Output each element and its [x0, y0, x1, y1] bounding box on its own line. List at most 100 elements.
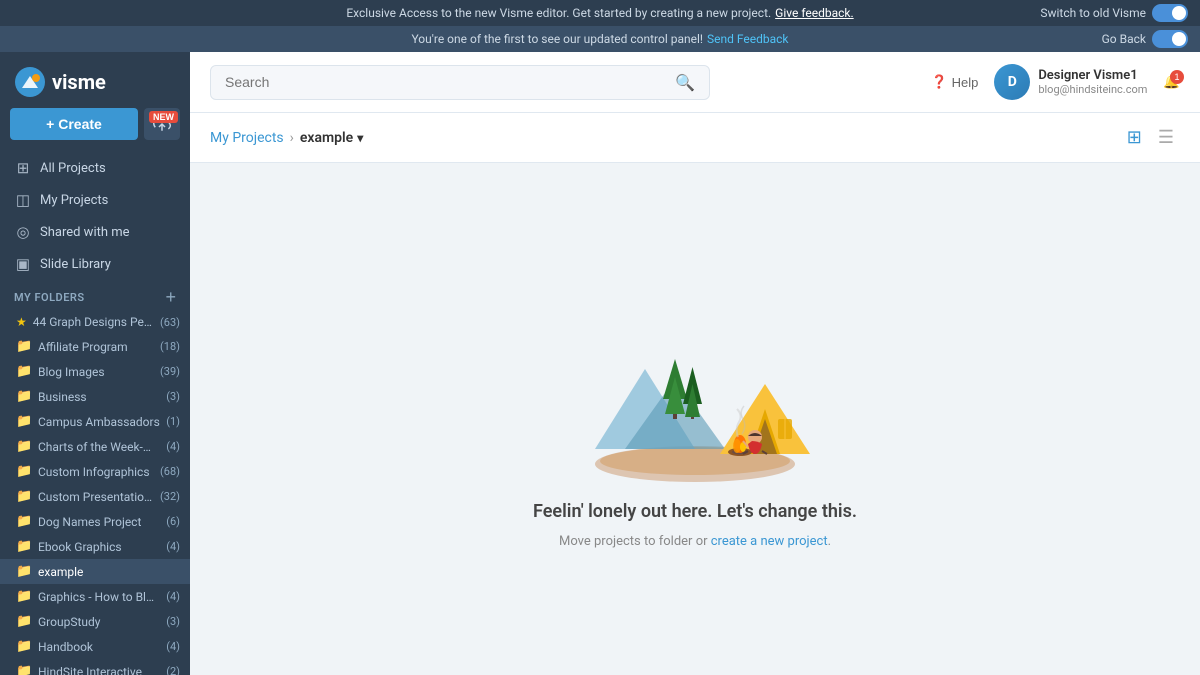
- folder-name: Custom Presentations: [38, 490, 154, 504]
- help-button[interactable]: ❓ Help: [931, 74, 978, 90]
- sidebar-folder-blog-images[interactable]: 📁 Blog Images (39): [0, 359, 190, 384]
- give-feedback-link[interactable]: Give feedback.: [775, 6, 854, 20]
- folders-section-header: My Folders +: [0, 280, 190, 310]
- sidebar-folder-custom-presentations[interactable]: 📁 Custom Presentations (32): [0, 484, 190, 509]
- user-name: Designer Visme1: [1038, 68, 1147, 83]
- folder-icon: 📁: [16, 639, 32, 654]
- sidebar-folder-ebook-graphics[interactable]: 📁 Ebook Graphics (4): [0, 534, 190, 559]
- all-projects-icon: ⊞: [14, 159, 32, 177]
- switch-label: Switch to old Visme: [1040, 6, 1146, 20]
- sidebar-folder-charts[interactable]: 📁 Charts of the Week-Mock... (4): [0, 434, 190, 459]
- folder-name: GroupStudy: [38, 615, 160, 629]
- folder-icon: 📁: [16, 564, 32, 579]
- top-banner: Exclusive Access to the new Visme editor…: [0, 0, 1200, 26]
- sidebar-folder-custom-infographics[interactable]: 📁 Custom Infographics (68): [0, 459, 190, 484]
- view-toggle: ⊞ ☰: [1121, 123, 1180, 152]
- my-projects-icon: ◫: [14, 191, 32, 209]
- secondary-banner-text: You're one of the first to see our updat…: [411, 32, 703, 46]
- sidebar-item-label: All Projects: [40, 161, 106, 176]
- upload-button[interactable]: NEW: [144, 108, 180, 140]
- folder-count: (2): [166, 665, 180, 675]
- sidebar-item-slide-library[interactable]: ▣ Slide Library: [0, 248, 190, 280]
- sidebar-item-label: Slide Library: [40, 257, 111, 272]
- folders-label: My Folders: [14, 291, 85, 304]
- sidebar-item-label: Shared with me: [40, 225, 130, 240]
- sidebar-folder-campus[interactable]: 📁 Campus Ambassadors (1): [0, 409, 190, 434]
- sidebar-folder-handbook[interactable]: 📁 Handbook (4): [0, 634, 190, 659]
- go-back-toggle[interactable]: [1152, 30, 1188, 48]
- create-new-project-link[interactable]: create a new project: [711, 534, 828, 549]
- list-view-button[interactable]: ☰: [1152, 123, 1180, 152]
- folder-icon: 📁: [16, 589, 32, 604]
- empty-subtitle-before: Move projects to folder or: [559, 534, 711, 549]
- search-bar[interactable]: 🔍: [210, 65, 710, 100]
- avatar: D: [994, 64, 1030, 100]
- folder-count: (68): [160, 465, 180, 478]
- send-feedback-link[interactable]: Send Feedback: [707, 32, 789, 46]
- notification-button[interactable]: 🔔 1: [1163, 74, 1180, 90]
- empty-state-illustration: [565, 289, 825, 489]
- folder-name: HindSite Interactive: [38, 665, 160, 675]
- folder-icon: 📁: [16, 464, 32, 479]
- logo-text: visme: [52, 70, 106, 94]
- folder-list: ★ 44 Graph Designs Perfe... (63) 📁 Affil…: [0, 310, 190, 675]
- breadcrumb: My Projects › example ▾: [210, 130, 363, 146]
- sidebar-folder-hindsite[interactable]: 📁 HindSite Interactive (2): [0, 659, 190, 675]
- grid-view-button[interactable]: ⊞: [1121, 123, 1148, 152]
- folder-count: (18): [160, 340, 180, 353]
- sidebar-item-shared-with-me[interactable]: ◎ Shared with me: [0, 216, 190, 248]
- sidebar-folder-graphics-how[interactable]: 📁 Graphics - How to Blog P... (4): [0, 584, 190, 609]
- notification-badge: 1: [1170, 70, 1184, 84]
- folder-icon: 📁: [16, 539, 32, 554]
- folder-icon: 📁: [16, 439, 32, 454]
- help-circle-icon: ❓: [931, 74, 947, 90]
- secondary-banner: You're one of the first to see our updat…: [0, 26, 1200, 52]
- folder-count: (63): [160, 316, 180, 329]
- folder-icon: 📁: [16, 514, 32, 529]
- add-folder-button[interactable]: +: [165, 288, 176, 306]
- header-right: ❓ Help D Designer Visme1 blog@hindsitein…: [931, 64, 1180, 100]
- user-info[interactable]: D Designer Visme1 blog@hindsiteinc.com: [994, 64, 1147, 100]
- folder-name: Dog Names Project: [38, 515, 160, 529]
- folder-name: Business: [38, 390, 160, 404]
- sidebar-item-all-projects[interactable]: ⊞ All Projects: [0, 152, 190, 184]
- folder-icon: 📁: [16, 414, 32, 429]
- main-content: 🔍 ❓ Help D Designer Visme1 blog@hindsite…: [190, 52, 1200, 675]
- visme-logo-icon: [14, 66, 46, 98]
- sidebar-folder-example[interactable]: 📁 example: [0, 559, 190, 584]
- folder-count: (4): [166, 440, 180, 453]
- user-text: Designer Visme1 blog@hindsiteinc.com: [1038, 68, 1147, 96]
- sidebar-folder-44graph[interactable]: ★ 44 Graph Designs Perfe... (63): [0, 310, 190, 334]
- folder-name: example: [38, 565, 180, 579]
- search-input[interactable]: [225, 74, 665, 90]
- app-header: 🔍 ❓ Help D Designer Visme1 blog@hindsite…: [190, 52, 1200, 113]
- sidebar-folder-dog-names[interactable]: 📁 Dog Names Project (6): [0, 509, 190, 534]
- logo-area: visme: [0, 52, 190, 108]
- empty-state: Feelin' lonely out here. Let's change th…: [190, 163, 1200, 675]
- folder-icon: 📁: [16, 364, 32, 379]
- empty-state-subtitle: Move projects to folder or create a new …: [559, 534, 831, 549]
- folder-icon: 📁: [16, 614, 32, 629]
- folder-name: Handbook: [38, 640, 160, 654]
- empty-subtitle-after: .: [828, 534, 831, 549]
- folder-icon: 📁: [16, 489, 32, 504]
- folder-count: (39): [160, 365, 180, 378]
- sidebar-folder-groupstudy[interactable]: 📁 GroupStudy (3): [0, 609, 190, 634]
- folder-name: Blog Images: [38, 365, 154, 379]
- folder-count: (32): [160, 490, 180, 503]
- folder-count: (3): [166, 615, 180, 628]
- folder-icon: 📁: [16, 389, 32, 404]
- shared-icon: ◎: [14, 223, 32, 241]
- folder-count: (4): [166, 640, 180, 653]
- sidebar-folder-business[interactable]: 📁 Business (3): [0, 384, 190, 409]
- sidebar-item-my-projects[interactable]: ◫ My Projects: [0, 184, 190, 216]
- folder-count: (1): [166, 415, 180, 428]
- switch-toggle[interactable]: [1152, 4, 1188, 22]
- breadcrumb-parent[interactable]: My Projects: [210, 130, 284, 146]
- sidebar-folder-affiliate[interactable]: 📁 Affiliate Program (18): [0, 334, 190, 359]
- folder-count: (4): [166, 590, 180, 603]
- create-button[interactable]: + Create: [10, 108, 138, 140]
- sidebar: visme + Create NEW ⊞ All Projects ◫: [0, 52, 190, 675]
- breadcrumb-current[interactable]: example ▾: [300, 130, 363, 146]
- sidebar-item-label: My Projects: [40, 193, 108, 208]
